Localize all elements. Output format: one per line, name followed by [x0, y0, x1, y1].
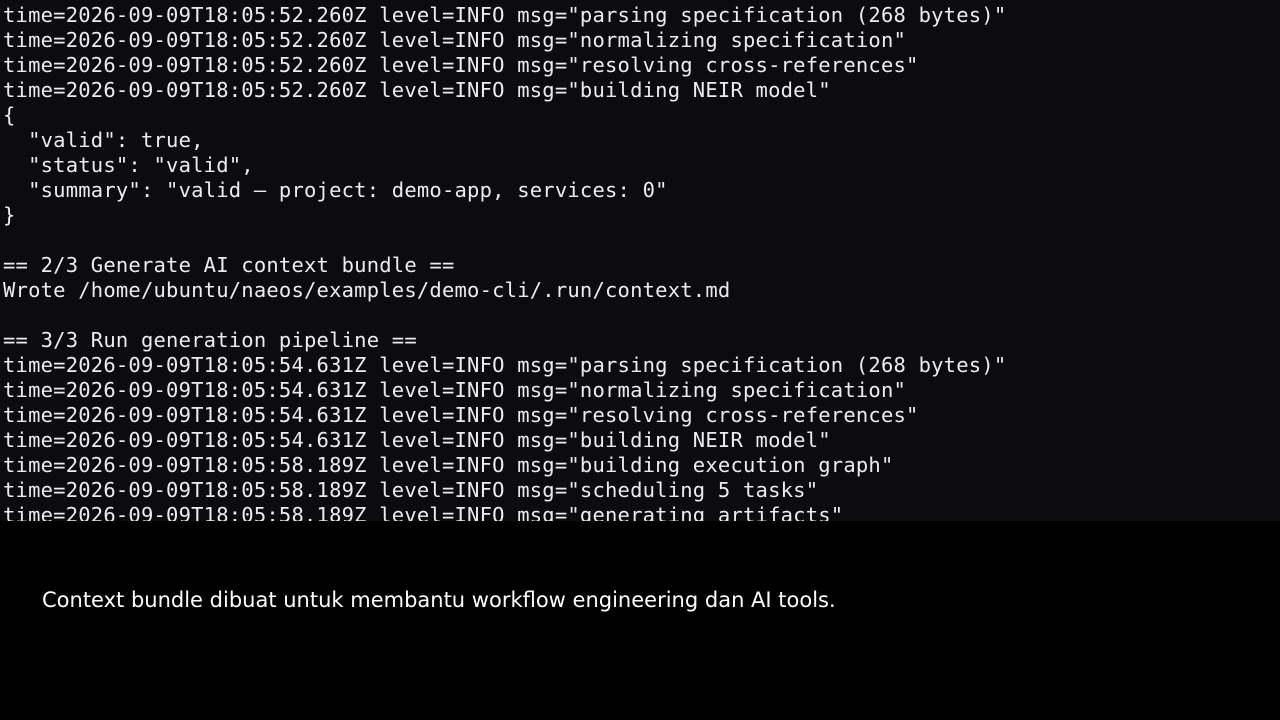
log-line: time=2026-09-09T18:05:52.260Z level=INFO… — [3, 78, 831, 102]
log-line: time=2026-09-09T18:05:54.631Z level=INFO… — [3, 353, 1007, 377]
caption-text: Context bundle dibuat untuk membantu wor… — [42, 588, 836, 612]
output-line: Wrote /home/ubuntu/naeos/examples/demo-c… — [3, 278, 731, 302]
json-line: } — [3, 203, 16, 227]
log-line: time=2026-09-09T18:05:58.189Z level=INFO… — [3, 478, 819, 502]
terminal-lines: time=2026-09-09T18:05:52.260Z level=INFO… — [3, 3, 1280, 521]
section-header: == 3/3 Run generation pipeline == — [3, 328, 417, 352]
terminal-output[interactable]: time=2026-09-09T18:05:52.260Z level=INFO… — [0, 0, 1280, 521]
json-line: "summary": "valid — project: demo-app, s… — [3, 178, 668, 202]
caption-bar: Context bundle dibuat untuk membantu wor… — [0, 521, 1280, 720]
log-line: time=2026-09-09T18:05:52.260Z level=INFO… — [3, 3, 1007, 27]
log-line: time=2026-09-09T18:05:52.260Z level=INFO… — [3, 53, 919, 77]
json-line: { — [3, 103, 16, 127]
log-line: time=2026-09-09T18:05:54.631Z level=INFO… — [3, 428, 831, 452]
log-line: time=2026-09-09T18:05:54.631Z level=INFO… — [3, 378, 907, 402]
log-line: time=2026-09-09T18:05:58.189Z level=INFO… — [3, 503, 844, 521]
log-line: time=2026-09-09T18:05:52.260Z level=INFO… — [3, 28, 907, 52]
log-line: time=2026-09-09T18:05:54.631Z level=INFO… — [3, 403, 919, 427]
json-line: "status": "valid", — [3, 153, 254, 177]
section-header: == 2/3 Generate AI context bundle == — [3, 253, 455, 277]
json-line: "valid": true, — [3, 128, 204, 152]
log-line: time=2026-09-09T18:05:58.189Z level=INFO… — [3, 453, 894, 477]
